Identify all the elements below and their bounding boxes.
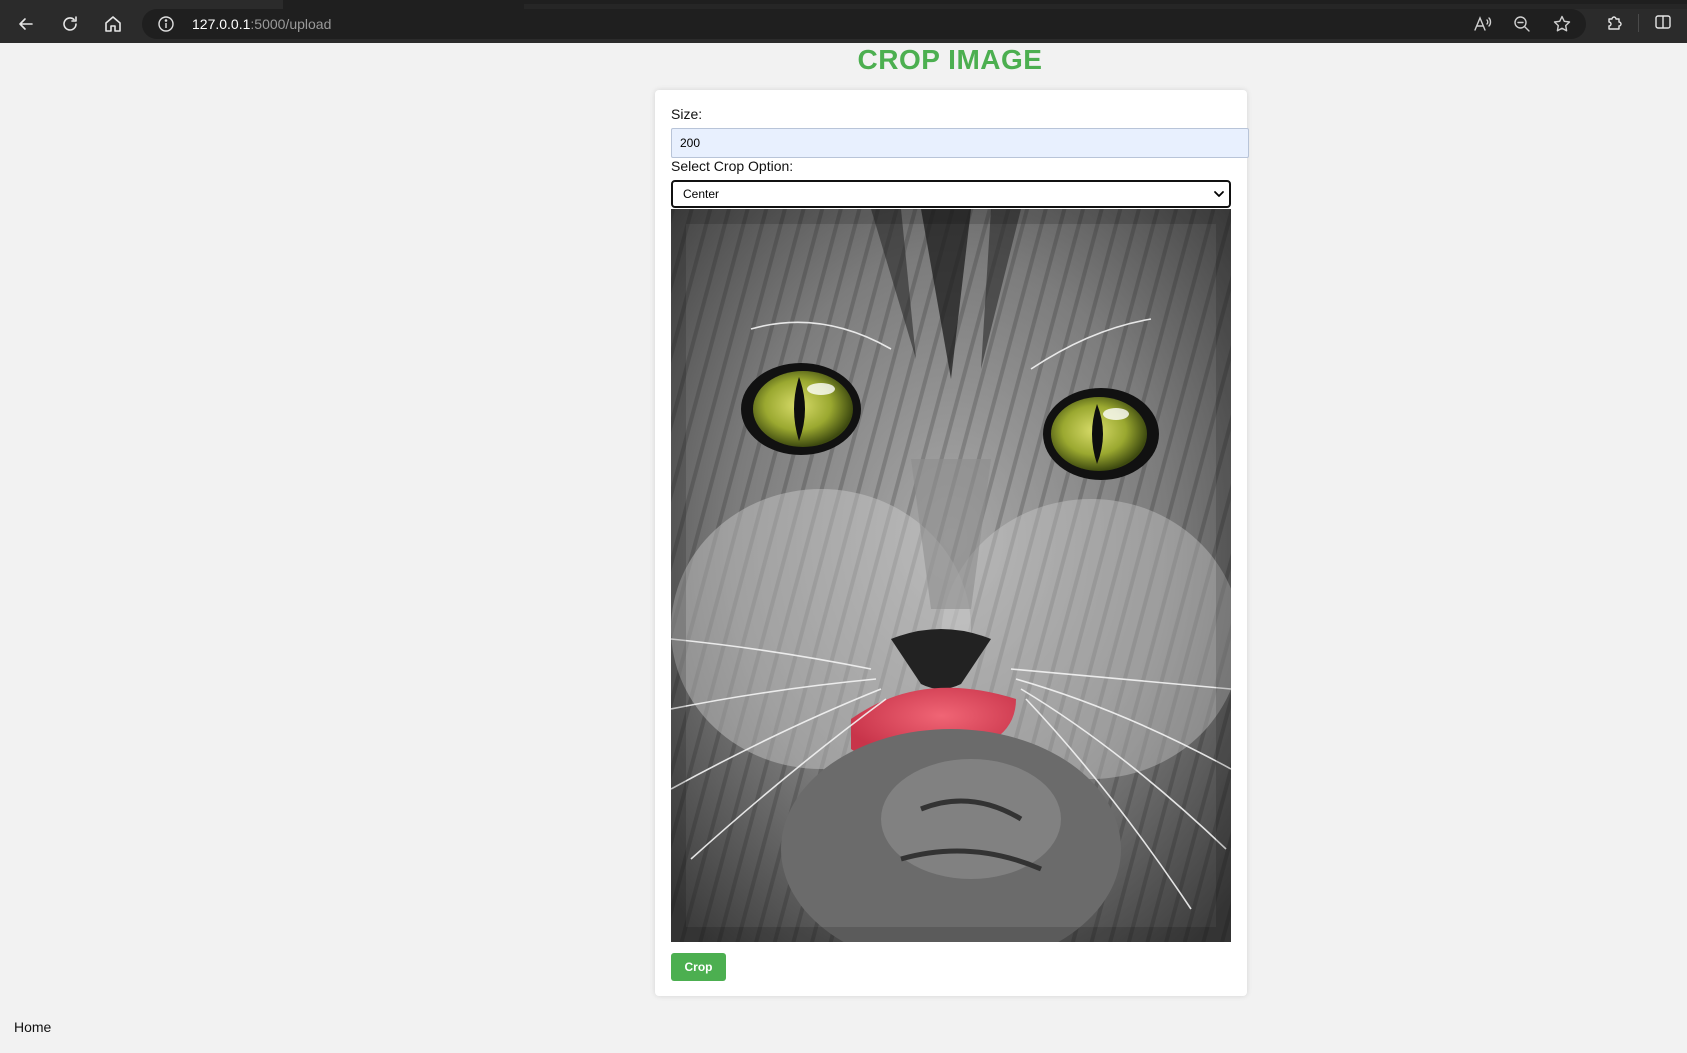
home-icon[interactable]	[97, 10, 129, 38]
browser-toolbar: 127.0.0.1:5000/upload	[0, 0, 1687, 43]
split-screen-icon[interactable]	[1653, 12, 1675, 34]
crop-button[interactable]: Crop	[671, 953, 726, 981]
favorite-star-icon[interactable]	[1552, 14, 1572, 34]
extensions-icon[interactable]	[1605, 12, 1627, 34]
zoom-out-icon[interactable]	[1512, 14, 1532, 34]
size-input[interactable]	[671, 128, 1249, 158]
crop-option-select[interactable]: Center	[671, 180, 1231, 208]
site-info-icon[interactable]	[157, 15, 175, 33]
tab-strip	[0, 0, 1687, 9]
address-bar[interactable]: 127.0.0.1:5000/upload	[142, 9, 1586, 39]
url-path: :5000/upload	[250, 16, 332, 32]
active-tab[interactable]	[0, 0, 283, 9]
crop-form-card: Size: Select Crop Option: Center	[655, 90, 1249, 996]
cat-photo	[671, 209, 1231, 942]
crop-option-label: Select Crop Option:	[671, 158, 794, 174]
toolbar-divider	[1638, 14, 1639, 32]
refresh-icon[interactable]	[54, 10, 86, 38]
image-preview	[671, 209, 1231, 942]
read-aloud-icon[interactable]	[1472, 14, 1492, 34]
url-text[interactable]: 127.0.0.1:5000/upload	[192, 16, 331, 32]
size-label: Size:	[671, 106, 703, 122]
crop-option-selected: Center	[683, 187, 720, 201]
chevron-down-icon	[1214, 191, 1224, 197]
url-host: 127.0.0.1	[192, 16, 251, 32]
page-title: CROP IMAGE	[857, 44, 1043, 75]
back-icon[interactable]	[10, 10, 42, 38]
home-link[interactable]: Home	[14, 1019, 51, 1035]
